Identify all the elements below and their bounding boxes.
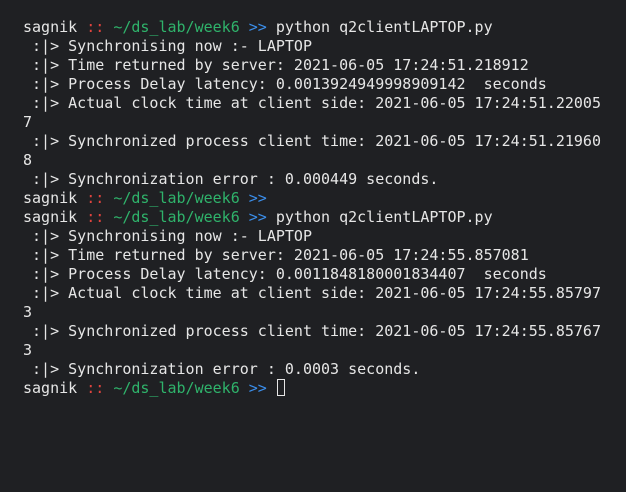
output-line: 8 bbox=[23, 151, 33, 169]
output-line: :|> Synchronising now :- LAPTOP bbox=[23, 227, 312, 245]
output-line: :|> Actual clock time at client side: 20… bbox=[23, 94, 601, 112]
output-line: :|> Process Delay latency: 0.00118481800… bbox=[23, 265, 547, 283]
prompt-arrow: >> bbox=[248, 208, 267, 226]
command-text: python q2clientLAPTOP.py bbox=[275, 18, 493, 36]
prompt-path: ~/ds_lab/week6 bbox=[113, 208, 240, 226]
output-line: :|> Actual clock time at client side: 20… bbox=[23, 284, 601, 302]
prompt-line: sagnik :: ~/ds_lab/week6 >> bbox=[23, 379, 626, 398]
output-line: :|> Synchronized process client time: 20… bbox=[23, 132, 601, 150]
output-line: 7 bbox=[23, 113, 33, 131]
prompt-line: sagnik :: ~/ds_lab/week6 >> python q2cli… bbox=[23, 208, 626, 227]
output-line: 3 bbox=[23, 303, 33, 321]
output-line: :|> Synchronising now :- LAPTOP bbox=[23, 37, 312, 55]
prompt-separator: :: bbox=[86, 189, 105, 207]
prompt-user: sagnik bbox=[23, 189, 78, 207]
prompt-separator: :: bbox=[86, 208, 105, 226]
prompt-separator: :: bbox=[86, 18, 105, 36]
prompt-line: sagnik :: ~/ds_lab/week6 >> python q2cli… bbox=[23, 18, 626, 37]
prompt-user: sagnik bbox=[23, 208, 78, 226]
output-line: 3 bbox=[23, 341, 33, 359]
output-line: :|> Process Delay latency: 0.00139249499… bbox=[23, 75, 547, 93]
text-cursor[interactable] bbox=[276, 379, 285, 396]
prompt-separator: :: bbox=[86, 379, 105, 397]
prompt-path: ~/ds_lab/week6 bbox=[113, 189, 240, 207]
output-line: :|> Time returned by server: 2021-06-05 … bbox=[23, 56, 529, 74]
command-text: python q2clientLAPTOP.py bbox=[275, 208, 493, 226]
output-line: :|> Synchronization error : 0.000449 sec… bbox=[23, 170, 439, 188]
prompt-user: sagnik bbox=[23, 18, 78, 36]
output-line: :|> Synchronized process client time: 20… bbox=[23, 322, 601, 340]
prompt-arrow: >> bbox=[248, 379, 267, 397]
output-line: :|> Time returned by server: 2021-06-05 … bbox=[23, 246, 529, 264]
prompt-arrow: >> bbox=[248, 18, 267, 36]
prompt-path: ~/ds_lab/week6 bbox=[113, 18, 240, 36]
prompt-user: sagnik bbox=[23, 379, 78, 397]
output-line: :|> Synchronization error : 0.0003 secon… bbox=[23, 360, 421, 378]
prompt-line: sagnik :: ~/ds_lab/week6 >> bbox=[23, 189, 626, 208]
terminal-window[interactable]: sagnik :: ~/ds_lab/week6 >> python q2cli… bbox=[0, 0, 626, 492]
prompt-arrow: >> bbox=[248, 189, 267, 207]
prompt-path: ~/ds_lab/week6 bbox=[113, 379, 240, 397]
